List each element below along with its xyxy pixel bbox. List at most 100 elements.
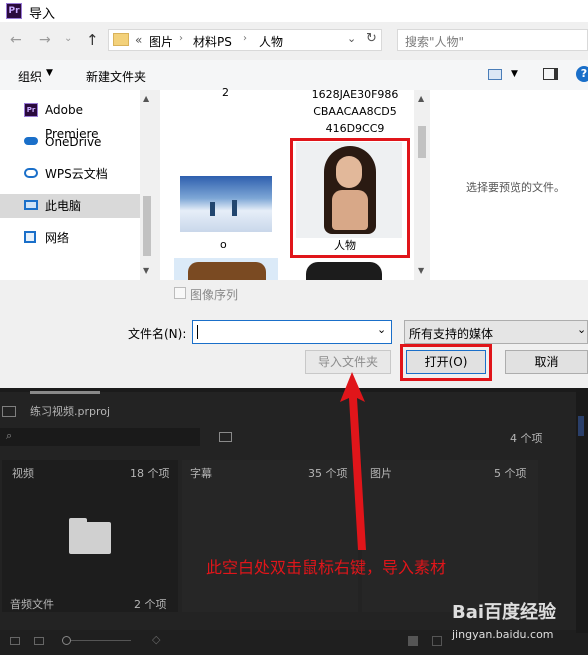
item-count: 4 个项 — [510, 432, 543, 445]
file-thumbnail[interactable] — [306, 262, 382, 280]
breadcrumb-item[interactable]: 材料PS — [193, 33, 232, 50]
figure-shape — [232, 200, 237, 216]
sidebar-item-premiere[interactable]: Pr Adobe Premiere — [0, 98, 140, 141]
help-icon[interactable]: ? — [576, 66, 588, 82]
new-folder-button[interactable]: 新建文件夹 — [86, 68, 146, 85]
file-name-partial: 1628JAE30F986 CBAACAA8CD5 416D9CC9 — [300, 86, 410, 137]
watermark-logo: Bai百度经验 — [452, 602, 557, 623]
scroll-down-icon[interactable]: ▼ — [143, 266, 149, 275]
dialog-title: 导入 — [29, 7, 56, 22]
file-type-select[interactable]: 所有支持的媒体 ⌄ — [404, 320, 588, 344]
chevron-right-icon: › — [243, 33, 247, 44]
caret-down-icon[interactable]: ▼ — [46, 68, 53, 78]
refresh-icon[interactable]: ↻ — [366, 31, 377, 46]
chevron-down-icon[interactable]: ⌄ — [577, 323, 586, 336]
right-panel-edge — [576, 388, 588, 633]
zoom-slider-track[interactable] — [71, 640, 131, 641]
bin-count: 2 个项 — [134, 598, 167, 611]
chevron-down-icon[interactable]: ⌄ — [64, 33, 72, 44]
premiere-app-icon: Pr — [6, 3, 22, 19]
bin-card[interactable]: 视频 18 个项 — [2, 460, 178, 612]
bin-name: 视频 — [12, 467, 34, 480]
premiere-icon: Pr — [24, 103, 38, 117]
view-icon[interactable] — [488, 69, 502, 80]
import-folder-button[interactable]: 导入文件夹 — [305, 350, 391, 374]
address-bar[interactable]: « 图片 › 材料PS › 人物 ⌄ ↻ — [108, 29, 382, 51]
preview-message: 选择要预览的文件。 — [466, 181, 565, 194]
scroll-thumb[interactable] — [143, 196, 151, 256]
command-bar: 组织 ▼ 新建文件夹 ▼ ? — [0, 60, 588, 90]
automate-icon[interactable] — [408, 636, 418, 646]
selected-item[interactable] — [174, 258, 278, 280]
sidebar-item-label: OneDrive — [45, 135, 102, 149]
image-sequence-checkbox[interactable] — [174, 287, 186, 299]
icon-view-icon[interactable] — [34, 637, 44, 645]
file-name[interactable]: o — [220, 238, 227, 251]
sidebar-item-this-pc[interactable]: 此电脑 — [0, 194, 140, 218]
bin-count: 5 个项 — [494, 467, 527, 480]
sidebar-item-label: 此电脑 — [45, 199, 82, 213]
dialog-footer: 图像序列 文件名(N): ⌄ 所有支持的媒体 ⌄ 导入文件夹 打开(O) 取消 — [0, 280, 588, 388]
file-type-value: 所有支持的媒体 — [409, 327, 494, 341]
bin-name: 字幕 — [190, 467, 212, 480]
panel-tab-underline — [30, 391, 100, 394]
arrow-shape — [340, 372, 366, 550]
scroll-up-icon[interactable]: ▲ — [418, 94, 424, 103]
filename-input[interactable]: ⌄ — [192, 320, 392, 344]
breadcrumb-item[interactable]: 图片 — [149, 33, 173, 50]
search-icon: ⌕ — [6, 429, 13, 442]
computer-icon — [24, 200, 38, 210]
chevron-down-icon[interactable]: ⌄ — [347, 32, 356, 45]
arrow-up-icon[interactable]: ↑ — [86, 31, 99, 49]
list-view-icon[interactable] — [10, 637, 20, 645]
highlight-box — [400, 344, 492, 381]
bin-count: 18 个项 — [130, 467, 170, 480]
sidebar-scrollbar[interactable]: ▲ ▼ — [140, 90, 154, 280]
chevron-down-icon[interactable]: ⌄ — [377, 323, 386, 336]
cancel-button[interactable]: 取消 — [505, 350, 588, 374]
file-name-line: 416D9CC9 — [325, 122, 385, 135]
annotation-arrow — [340, 372, 366, 550]
filename-label: 文件名(N): — [128, 327, 187, 341]
scroll-up-icon[interactable]: ▲ — [143, 94, 149, 103]
path-overflow[interactable]: « — [135, 33, 142, 47]
file-thumbnail[interactable] — [180, 176, 272, 232]
import-dialog: Pr 导入 ← → ⌄ ↑ « 图片 › 材料PS › 人物 ⌄ ↻ 搜索"人物… — [0, 0, 588, 388]
figure-shape — [210, 202, 215, 216]
text-cursor — [197, 325, 198, 339]
highlight-box — [290, 138, 410, 258]
folder-tab — [69, 518, 87, 524]
preview-pane: 选择要预览的文件。 — [430, 90, 588, 280]
scroll-thumb[interactable] — [418, 126, 426, 158]
breadcrumb-item[interactable]: 人物 — [259, 33, 283, 50]
timeline-marker — [578, 416, 584, 436]
watermark-url: jingyan.baidu.com — [452, 628, 554, 641]
sidebar-item-wps[interactable]: WPS云文档 — [0, 162, 140, 186]
sidebar-item-label: WPS云文档 — [45, 167, 108, 181]
preview-pane-icon[interactable] — [543, 68, 558, 80]
arrow-right-icon[interactable]: → — [39, 32, 51, 48]
caret-down-icon[interactable]: ▼ — [511, 69, 518, 79]
file-name-line: 1628JAE30F986 — [311, 88, 399, 101]
sidebar-item-label: 网络 — [45, 231, 70, 245]
file-list-scrollbar[interactable]: ▲ ▼ — [414, 90, 430, 280]
file-name-partial: 2 — [222, 86, 229, 99]
search-input[interactable]: 搜索"人物" — [397, 29, 588, 51]
navigation-pane: Pr Adobe Premiere OneDrive WPS云文档 此电脑 网络 — [0, 90, 154, 280]
arrow-left-icon[interactable]: ← — [10, 32, 22, 48]
sort-icon[interactable]: ◇ — [152, 633, 160, 646]
bin-name: 音频文件 — [10, 598, 54, 611]
folder-icon — [113, 33, 129, 46]
search-input[interactable]: ⌕ — [0, 428, 200, 446]
bin-card[interactable]: 图片 5 个项 — [362, 460, 538, 612]
new-search-bin-icon[interactable] — [219, 432, 232, 442]
find-icon[interactable] — [432, 636, 442, 646]
zoom-slider-handle[interactable] — [62, 636, 71, 645]
sidebar-item-network[interactable]: 网络 — [0, 226, 140, 250]
file-name-line: CBAACAA8CD5 — [313, 105, 397, 118]
scroll-down-icon[interactable]: ▼ — [418, 266, 424, 275]
image-sequence-label: 图像序列 — [190, 288, 239, 302]
organize-menu[interactable]: 组织 — [18, 68, 42, 85]
search-placeholder: 搜索"人物" — [405, 35, 465, 49]
sidebar-item-onedrive[interactable]: OneDrive — [0, 130, 140, 154]
